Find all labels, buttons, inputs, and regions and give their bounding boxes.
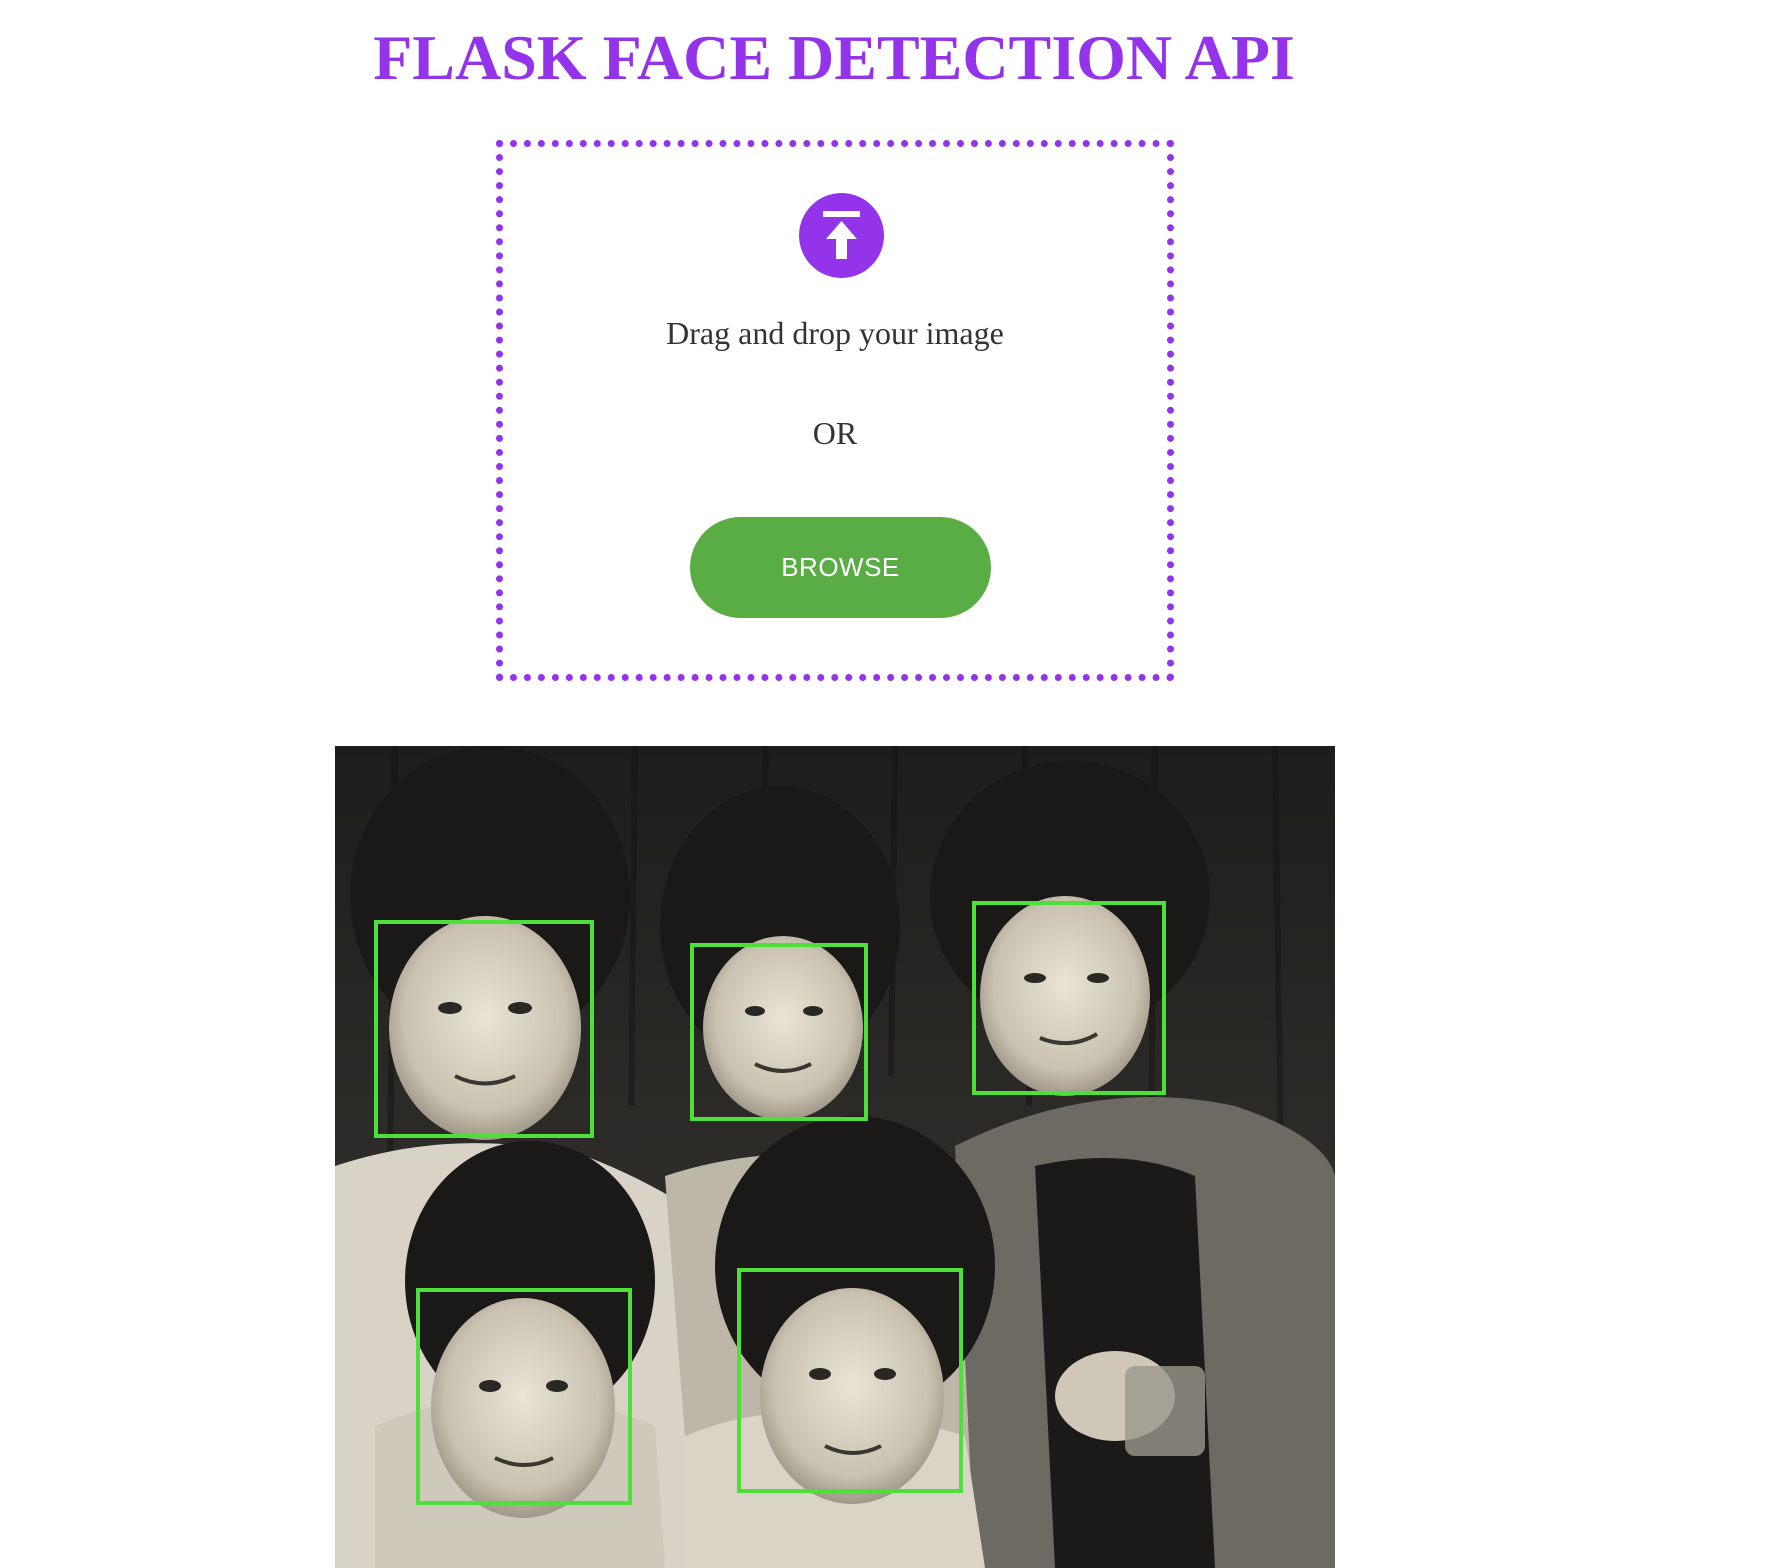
image-dropzone[interactable]: Drag and drop your image OR BROWSE — [496, 140, 1174, 681]
or-separator: OR — [812, 415, 858, 451]
upload-icon — [799, 193, 884, 278]
page-title: FLASK FACE DETECTION API — [373, 22, 1295, 93]
drag-drop-text: Drag and drop your image — [666, 315, 1004, 351]
browse-button[interactable]: BROWSE — [690, 517, 991, 618]
face-detection-result-image — [335, 746, 1335, 1568]
